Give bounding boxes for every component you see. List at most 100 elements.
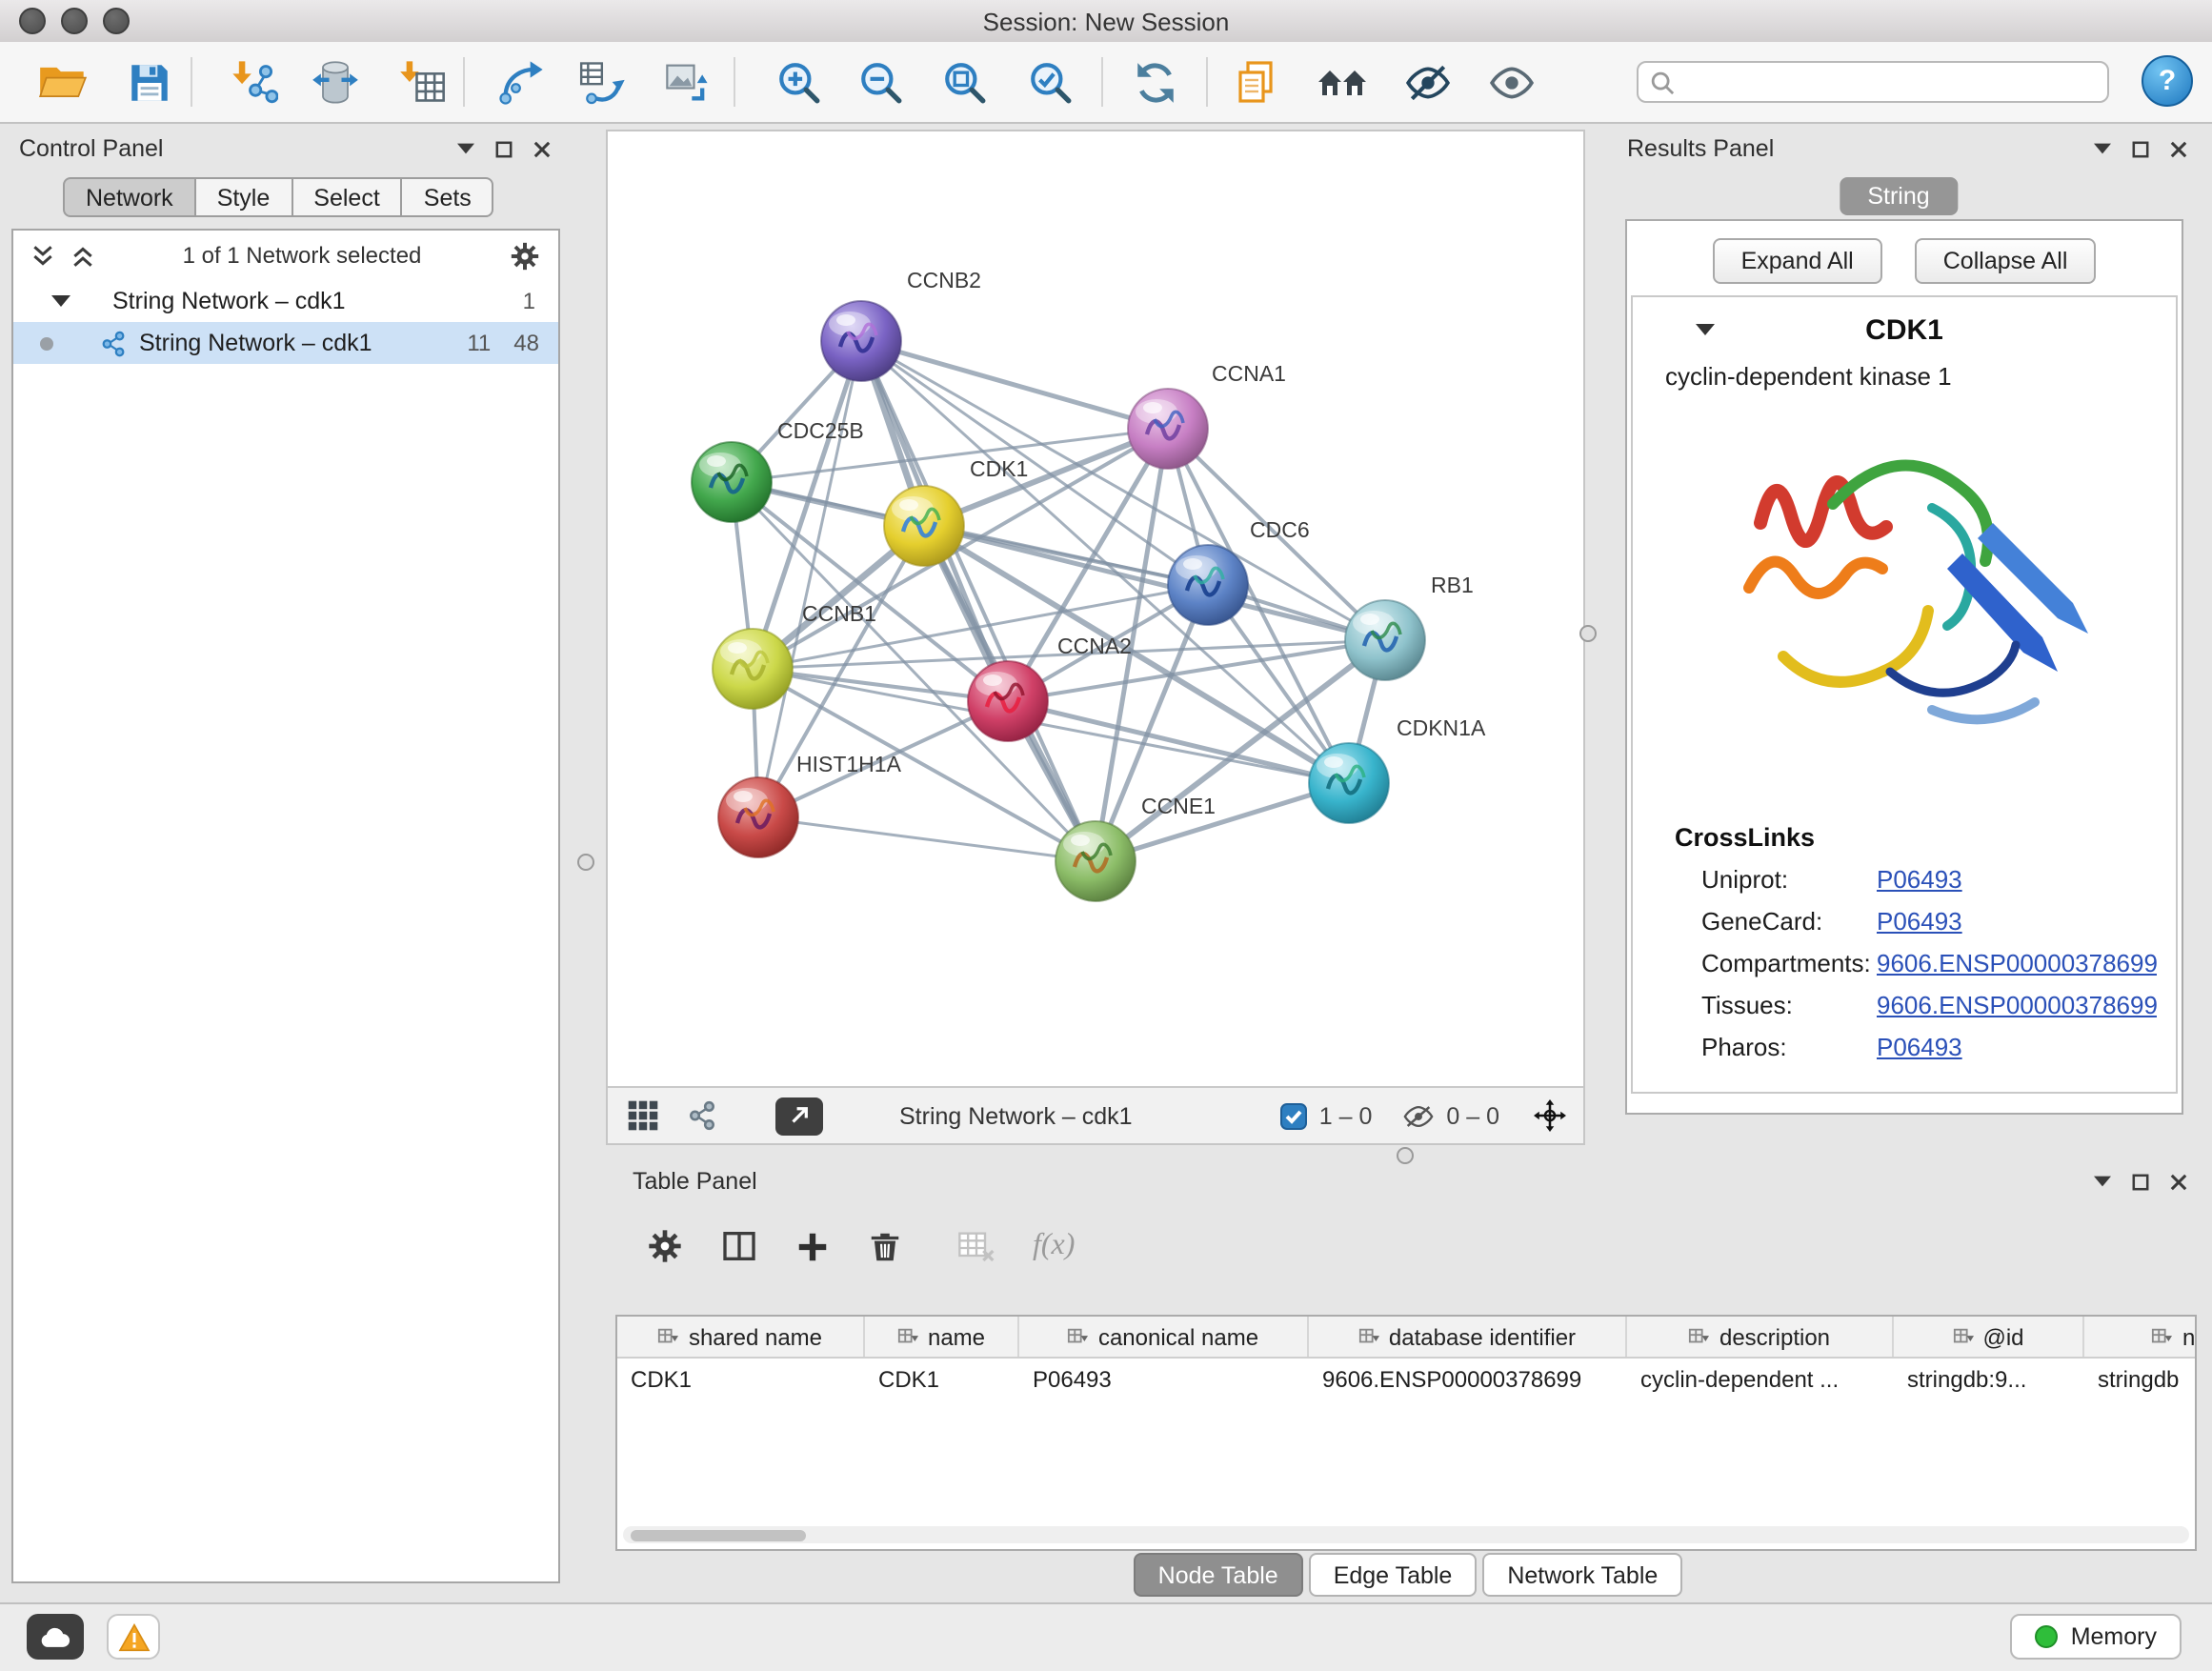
tree-expand-triangle-icon[interactable] (51, 295, 70, 307)
column-header[interactable]: database identifier (1309, 1317, 1627, 1357)
window-zoom-button[interactable] (103, 8, 130, 34)
panel-float-icon[interactable] (2132, 140, 2149, 157)
table-cell[interactable]: stringdb:9... (1894, 1359, 2084, 1399)
panel-collapse-icon[interactable] (2094, 143, 2111, 154)
zoom-fit-button[interactable] (935, 53, 993, 111)
tab-style[interactable]: Style (194, 177, 293, 217)
show-annotations-button[interactable] (1482, 53, 1539, 111)
tab-network-table[interactable]: Network Table (1482, 1553, 1682, 1597)
column-header[interactable]: namespace (2084, 1317, 2197, 1357)
network-node[interactable] (713, 629, 793, 709)
crosslink-value-link[interactable]: 9606.ENSP00000378699 (1877, 991, 2158, 1019)
cloud-button[interactable] (27, 1614, 84, 1660)
network-edge[interactable] (861, 341, 1168, 429)
refresh-layout-button[interactable] (1126, 53, 1183, 111)
network-node[interactable] (1345, 600, 1425, 680)
import-table-button[interactable] (394, 53, 452, 111)
zoom-selected-button[interactable] (1021, 53, 1078, 111)
crosslink-value-link[interactable]: P06493 (1877, 1033, 1962, 1061)
hide-annotations-button[interactable] (1398, 53, 1456, 111)
open-session-button[interactable] (34, 53, 91, 111)
network-node[interactable] (1309, 743, 1389, 823)
table-horizontal-scrollbar[interactable] (623, 1526, 2189, 1543)
panel-close-icon[interactable] (533, 140, 551, 157)
tab-edge-table[interactable]: Edge Table (1309, 1553, 1478, 1597)
table-cell[interactable]: cyclin-dependent ... (1627, 1359, 1894, 1399)
expand-all-button[interactable]: Expand All (1713, 238, 1882, 284)
table-cell[interactable]: P06493 (1019, 1359, 1309, 1399)
tab-node-table[interactable]: Node Table (1134, 1553, 1303, 1597)
copy-document-button[interactable] (1229, 53, 1286, 111)
save-session-button[interactable] (120, 53, 177, 111)
network-edge[interactable] (758, 817, 1096, 861)
network-node[interactable] (1128, 389, 1208, 469)
network-node[interactable] (821, 301, 901, 381)
collapse-section-triangle-icon[interactable] (1696, 324, 1715, 335)
export-image-button[interactable] (659, 53, 716, 111)
table-cell[interactable]: 9606.ENSP00000378699 (1309, 1359, 1627, 1399)
tab-select[interactable]: Select (291, 177, 403, 217)
table-cell[interactable]: CDK1 (617, 1359, 865, 1399)
network-row-selected[interactable]: String Network – cdk1 11 48 (13, 322, 558, 364)
warnings-button[interactable] (107, 1614, 160, 1660)
table-settings-gear-icon[interactable] (646, 1227, 684, 1265)
protein-card-header[interactable]: CDK1 (1633, 305, 2176, 354)
network-node[interactable] (1056, 821, 1136, 901)
network-collection-row[interactable]: String Network – cdk1 1 (13, 280, 558, 322)
column-header[interactable]: shared name (617, 1317, 865, 1357)
add-column-plus-icon[interactable] (794, 1228, 831, 1264)
network-node[interactable] (692, 442, 772, 522)
network-canvas[interactable]: CCNB2CCNA1CDC25BCDK1CDC6RB1CCNB1CCNA2CDK… (608, 131, 1583, 1088)
zoom-in-button[interactable] (770, 53, 827, 111)
crosslink-value-link[interactable]: 9606.ENSP00000378699 (1877, 949, 2158, 977)
help-button[interactable]: ? (2142, 55, 2193, 107)
collapse-all-button[interactable]: Collapse All (1915, 238, 2097, 284)
hidden-eye-slash-icon[interactable] (1402, 1102, 1435, 1129)
export-network-button[interactable] (493, 53, 551, 111)
export-table-button[interactable] (575, 53, 633, 111)
table-cell[interactable]: CDK1 (865, 1359, 1019, 1399)
panel-close-icon[interactable] (2170, 1173, 2187, 1190)
panel-float-icon[interactable] (495, 140, 513, 157)
right-splitter-handle[interactable] (1579, 625, 1597, 642)
memory-button[interactable]: Memory (2010, 1614, 2182, 1660)
window-close-button[interactable] (19, 8, 46, 34)
column-header[interactable]: name (865, 1317, 1019, 1357)
zoom-out-button[interactable] (852, 53, 909, 111)
pan-crosshair-icon[interactable] (1534, 1099, 1566, 1132)
network-node[interactable] (968, 661, 1048, 741)
network-edge[interactable] (758, 341, 861, 817)
column-header[interactable]: canonical name (1019, 1317, 1309, 1357)
tab-sets[interactable]: Sets (401, 177, 494, 217)
crosslink-value-link[interactable]: P06493 (1877, 907, 1962, 936)
birdseye-grid-icon[interactable] (627, 1099, 659, 1132)
network-options-gear-icon[interactable] (509, 239, 541, 272)
import-network-from-database-button[interactable] (307, 53, 364, 111)
column-header[interactable]: description (1627, 1317, 1894, 1357)
open-in-new-window-button[interactable] (775, 1097, 823, 1135)
home-view-button[interactable] (1315, 53, 1372, 111)
scrollbar-thumb[interactable] (631, 1529, 806, 1540)
table-cell[interactable]: stringdb (2084, 1359, 2197, 1399)
network-node[interactable] (1168, 545, 1248, 625)
table-row[interactable]: CDK1CDK1P064939606.ENSP00000378699cyclin… (617, 1359, 2195, 1399)
network-edge[interactable] (861, 341, 1096, 861)
selected-checkbox-icon[interactable] (1281, 1102, 1308, 1129)
collapse-all-networks-icon[interactable] (70, 243, 95, 268)
string-results-tab[interactable]: String (1839, 177, 1958, 215)
panel-collapse-icon[interactable] (2094, 1176, 2111, 1187)
panel-close-icon[interactable] (2170, 140, 2187, 157)
crosslink-value-link[interactable]: P06493 (1877, 865, 1962, 894)
expand-all-networks-icon[interactable] (30, 243, 55, 268)
show-columns-icon[interactable] (720, 1227, 758, 1265)
network-node[interactable] (884, 486, 964, 566)
window-minimize-button[interactable] (61, 8, 88, 34)
panel-collapse-icon[interactable] (457, 143, 474, 154)
column-header[interactable]: @id (1894, 1317, 2084, 1357)
tab-network[interactable]: Network (63, 177, 196, 217)
bottom-splitter-handle[interactable] (1397, 1147, 1414, 1164)
search-input[interactable] (1684, 67, 2096, 97)
left-splitter-handle[interactable] (577, 854, 594, 871)
network-node[interactable] (718, 777, 798, 857)
panel-float-icon[interactable] (2132, 1173, 2149, 1190)
